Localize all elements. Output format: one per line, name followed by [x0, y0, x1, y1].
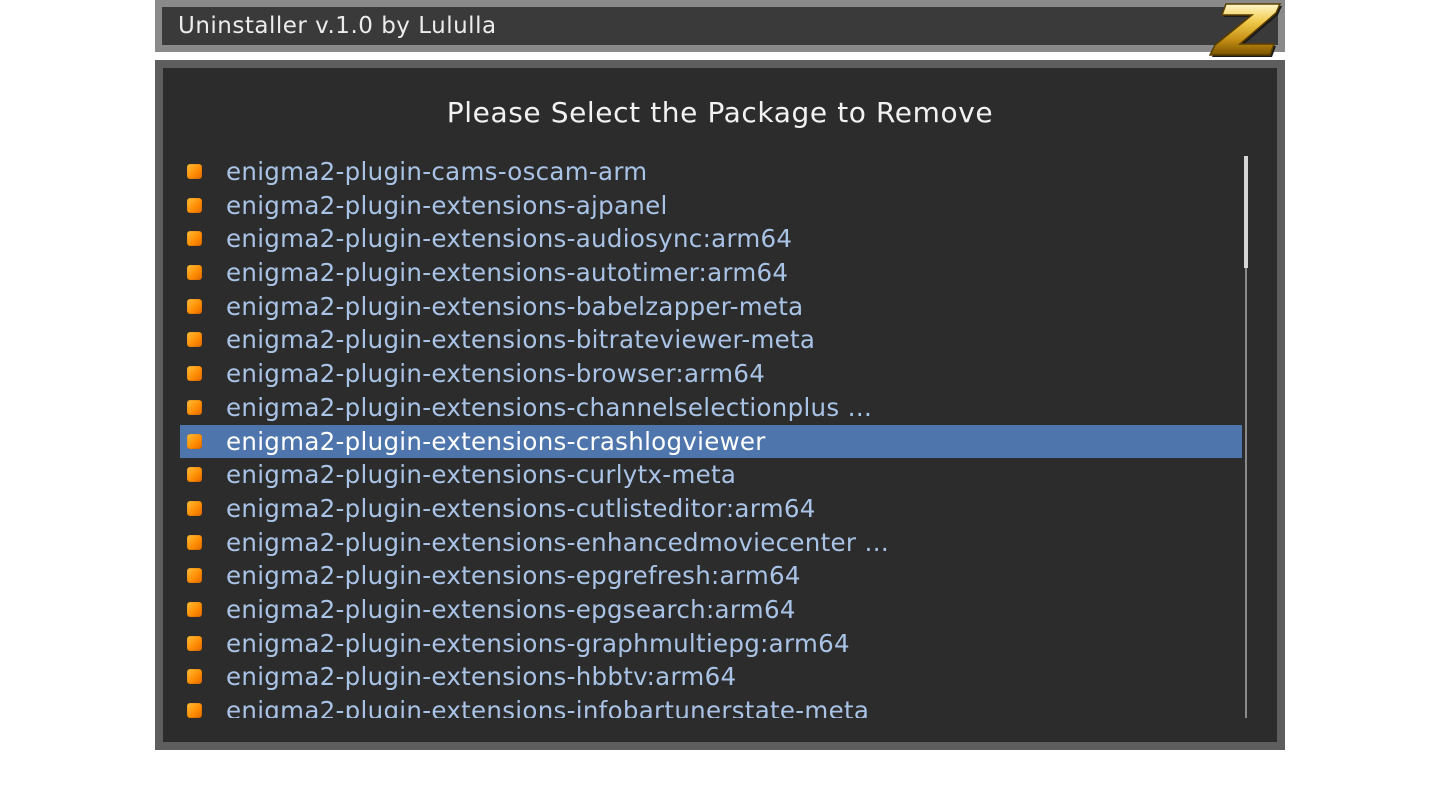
bullet-icon	[187, 669, 202, 685]
package-name: enigma2-plugin-extensions-epgrefresh:arm…	[226, 561, 801, 591]
title-bar-inner: Uninstaller v.1.0 by Lululla	[162, 7, 1278, 45]
package-list-item[interactable]: enigma2-plugin-extensions-babelzapper-me…	[180, 290, 1242, 324]
bullet-icon	[187, 164, 202, 179]
package-list-item[interactable]: enigma2-plugin-extensions-bitrateviewer-…	[180, 323, 1242, 357]
package-name: enigma2-plugin-extensions-audiosync:arm6…	[226, 224, 793, 254]
page-title: Please Select the Package to Remove	[446, 96, 994, 129]
bullet-icon	[187, 366, 202, 382]
package-list-item[interactable]: enigma2-plugin-extensions-hbbtv:arm64	[180, 660, 1242, 694]
scrollbar-thumb[interactable]	[1244, 156, 1248, 268]
package-name: enigma2-plugin-extensions-ajpanel	[226, 190, 668, 220]
package-list-item[interactable]: enigma2-plugin-extensions-browser:arm64	[180, 357, 1242, 391]
package-name: enigma2-plugin-extensions-enhancedmoviec…	[226, 527, 890, 557]
bullet-icon	[187, 433, 202, 449]
window-title: Uninstaller v.1.0 by Lululla	[178, 13, 497, 39]
package-list-item[interactable]: enigma2-plugin-extensions-cutlisteditor:…	[180, 492, 1242, 526]
package-list-item[interactable]: enigma2-plugin-extensions-epgsearch:arm6…	[180, 593, 1242, 627]
package-name: enigma2-plugin-extensions-bitrateviewer-…	[226, 325, 816, 355]
package-list-item[interactable]: enigma2-plugin-extensions-curlytx-meta	[180, 458, 1242, 492]
bullet-icon	[187, 534, 202, 550]
package-list-item[interactable]: enigma2-plugin-extensions-epgrefresh:arm…	[180, 559, 1242, 593]
bullet-icon	[187, 500, 202, 516]
bullet-icon	[187, 197, 202, 213]
package-name: enigma2-plugin-cams-oscam-arm	[226, 157, 648, 186]
package-name: enigma2-plugin-extensions-crashlogviewer	[226, 426, 766, 456]
package-name: enigma2-plugin-extensions-infobartunerst…	[226, 696, 870, 718]
package-list[interactable]: enigma2-plugin-cams-oscam-arm enigma2-plu…	[180, 155, 1242, 718]
package-list-item[interactable]: enigma2-plugin-extensions-ajpanel	[180, 189, 1242, 223]
scrollbar[interactable]	[1244, 156, 1248, 718]
bullet-icon	[187, 298, 202, 314]
bullet-icon	[187, 568, 202, 584]
bullet-icon	[187, 399, 202, 415]
package-list-item[interactable]: enigma2-plugin-extensions-enhancedmoviec…	[180, 526, 1242, 560]
package-name: enigma2-plugin-extensions-hbbtv:arm64	[226, 662, 737, 692]
package-name: enigma2-plugin-extensions-graphmultiepg:…	[226, 628, 850, 658]
package-name: enigma2-plugin-extensions-curlytx-meta	[226, 460, 737, 490]
package-panel-inner: Please Select the Package to Remove enig…	[163, 68, 1277, 742]
package-name: enigma2-plugin-extensions-browser:arm64	[226, 359, 766, 389]
package-name: enigma2-plugin-extensions-autotimer:arm6…	[226, 258, 789, 288]
title-bar: Uninstaller v.1.0 by Lululla	[155, 0, 1285, 52]
package-list-item[interactable]: enigma2-plugin-cams-oscam-arm	[180, 155, 1242, 189]
package-list-item[interactable]: enigma2-plugin-extensions-infobartunerst…	[180, 694, 1242, 718]
bullet-icon	[187, 601, 202, 617]
package-list-item[interactable]: enigma2-plugin-extensions-autotimer:arm6…	[180, 256, 1242, 290]
package-name: enigma2-plugin-extensions-epgsearch:arm6…	[226, 594, 796, 624]
package-name: enigma2-plugin-extensions-babelzapper-me…	[226, 291, 804, 321]
package-list-item[interactable]: enigma2-plugin-extensions-graphmultiepg:…	[180, 627, 1242, 661]
bullet-icon	[187, 467, 202, 483]
package-panel: Please Select the Package to Remove enig…	[155, 60, 1285, 750]
package-list-item[interactable]: enigma2-plugin-extensions-channelselecti…	[180, 391, 1242, 425]
bullet-icon	[187, 231, 202, 247]
package-name: enigma2-plugin-extensions-channelselecti…	[226, 392, 873, 422]
bullet-icon	[187, 703, 202, 718]
z-logo-icon	[1208, 3, 1282, 57]
bullet-icon	[187, 265, 202, 281]
bullet-icon	[187, 332, 202, 348]
bullet-icon	[187, 635, 202, 651]
package-list-item[interactable]: enigma2-plugin-extensions-audiosync:arm6…	[180, 222, 1242, 256]
package-list-item[interactable]: enigma2-plugin-extensions-crashlogviewer	[180, 424, 1242, 459]
package-name: enigma2-plugin-extensions-cutlisteditor:…	[226, 493, 816, 523]
